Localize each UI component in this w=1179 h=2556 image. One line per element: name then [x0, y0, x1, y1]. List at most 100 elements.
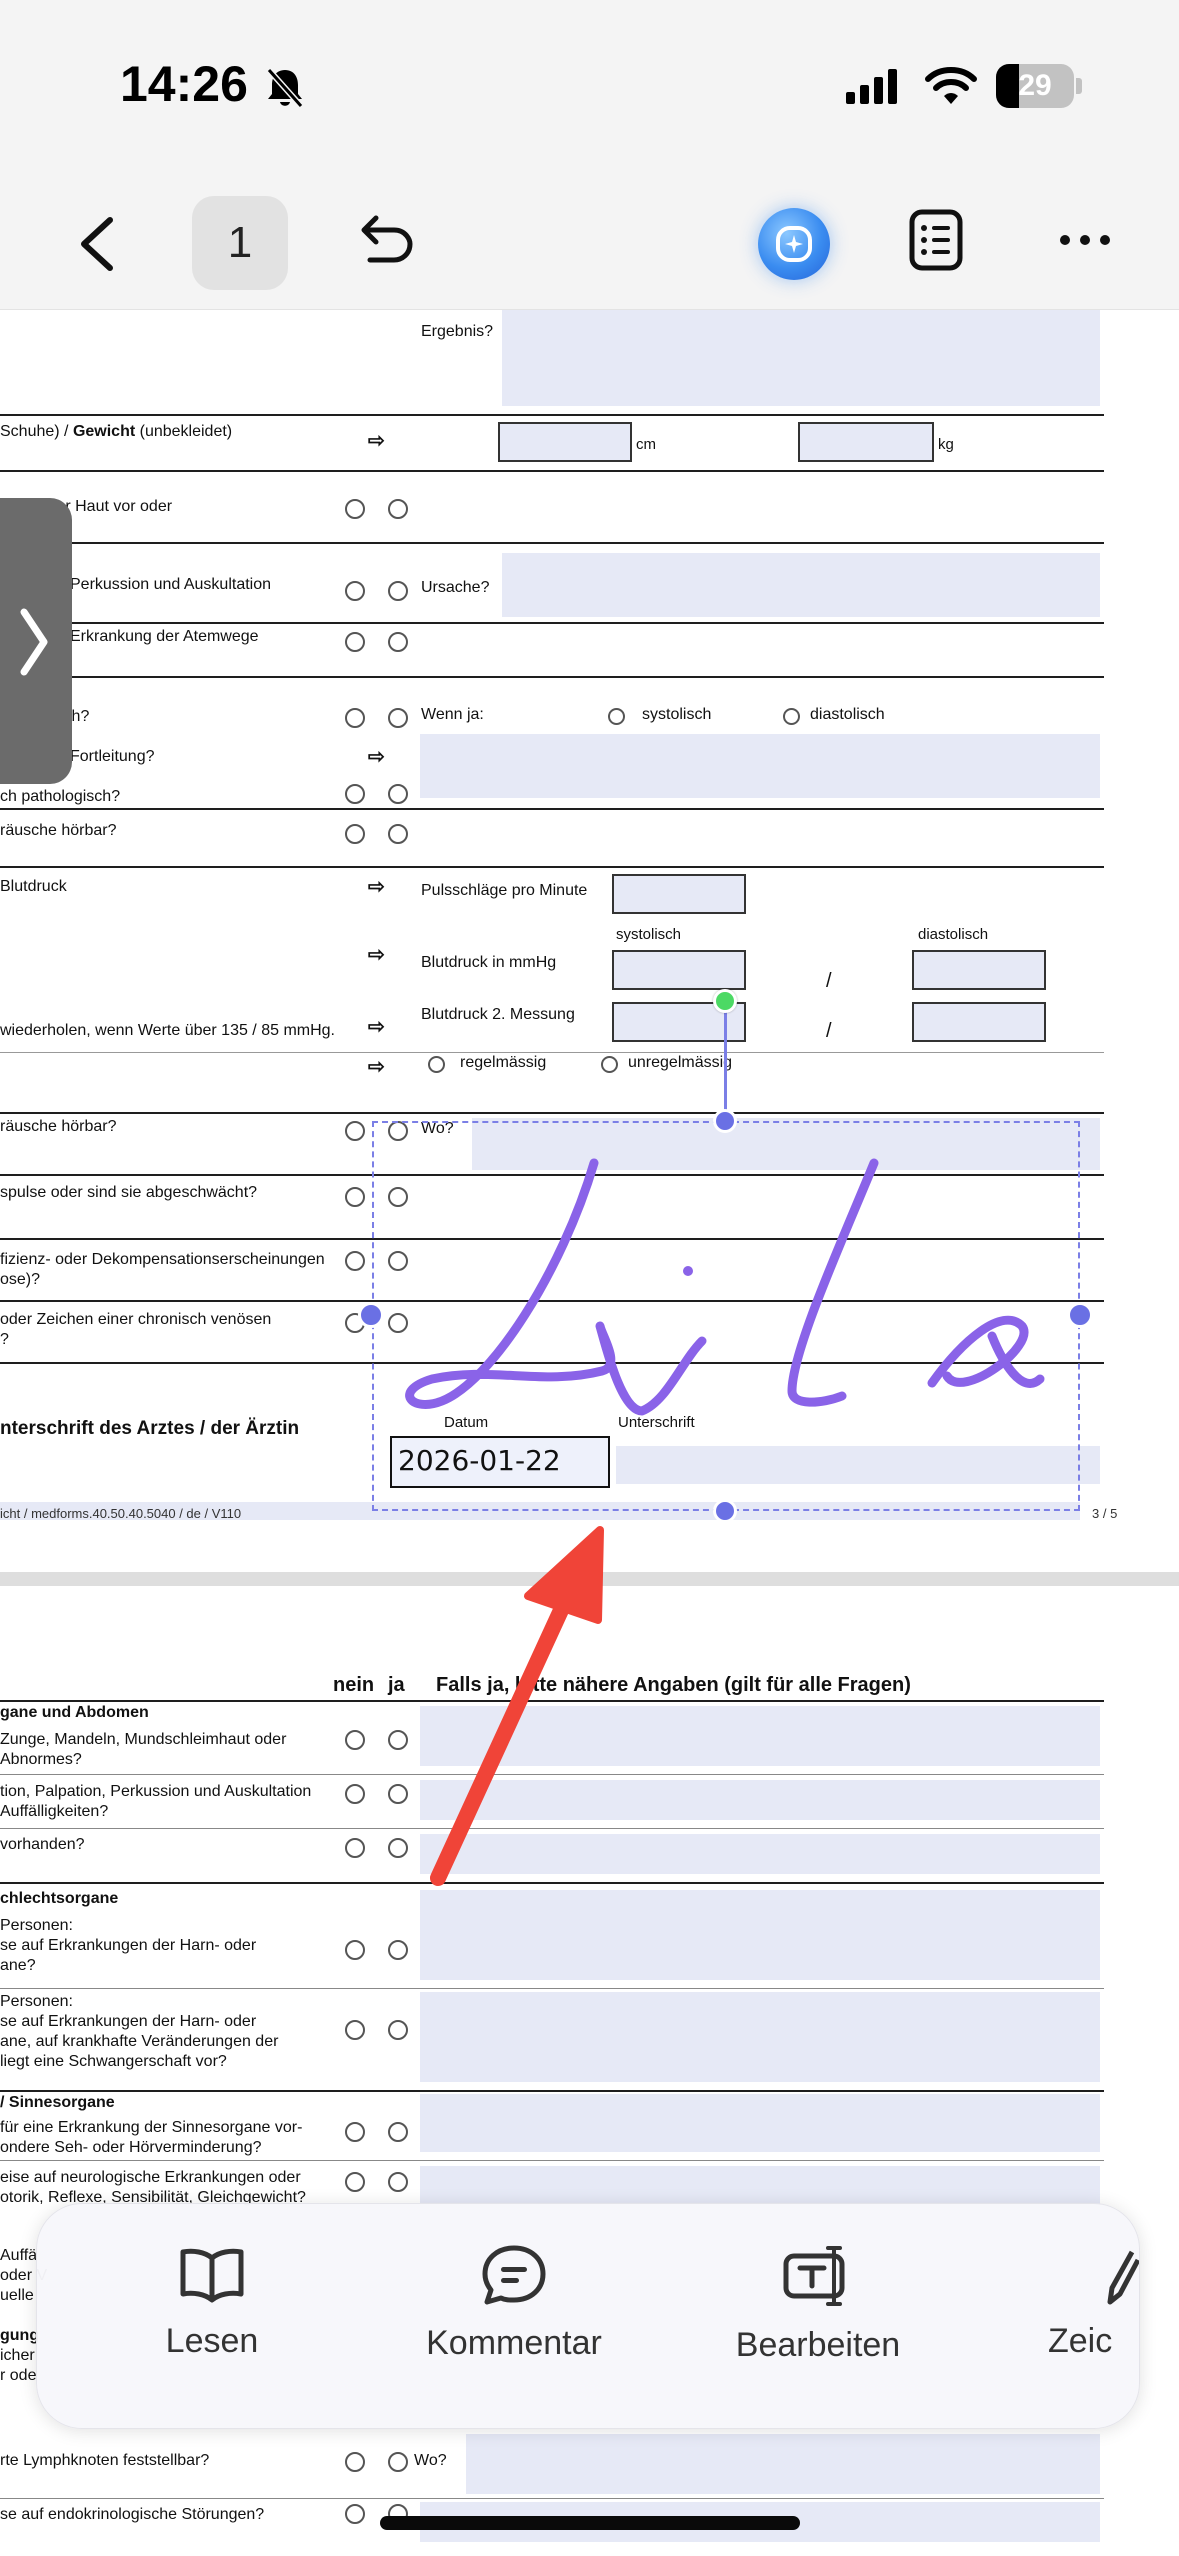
fortleitung-field[interactable]	[420, 734, 1100, 798]
resize-handle-right[interactable]	[1067, 1302, 1093, 1328]
radio-nein[interactable]	[345, 2172, 365, 2192]
resize-handle-left[interactable]	[358, 1302, 384, 1328]
status-time: 14:26	[120, 56, 248, 112]
outline-button[interactable]	[908, 208, 964, 272]
wifi-icon	[925, 67, 977, 104]
ergebnis-label: Ergebnis?	[421, 323, 494, 340]
radio-nein[interactable]	[345, 2452, 365, 2472]
radio-nein[interactable]	[345, 1838, 365, 1858]
radio-nein[interactable]	[345, 1187, 365, 1207]
radio-nein[interactable]	[345, 632, 365, 652]
details-field[interactable]	[420, 1890, 1100, 1980]
battery-level: 29	[1018, 69, 1052, 102]
radio-ja[interactable]	[388, 581, 408, 601]
mode-label: Bearbeiten	[735, 2326, 901, 2364]
rotate-connector	[724, 1002, 727, 1120]
radio-unregelmaessig[interactable]	[601, 1056, 618, 1073]
ai-assistant-button[interactable]	[758, 208, 830, 280]
puls-input[interactable]	[612, 874, 746, 914]
mode-label: Lesen	[165, 2322, 259, 2360]
radio-nein[interactable]	[345, 1730, 365, 1750]
radio-nein[interactable]	[345, 824, 365, 844]
resize-handle-bottom[interactable]	[713, 1499, 737, 1523]
radio-ja[interactable]	[388, 499, 408, 519]
rotate-handle[interactable]	[713, 989, 737, 1013]
ergebnis-field[interactable]	[502, 310, 1100, 406]
blutdruck-2-label: Blutdruck 2. Messung	[421, 1006, 575, 1023]
pulsschlaege-label: Pulsschläge pro Minute	[421, 882, 588, 899]
height-input[interactable]	[498, 422, 632, 462]
systolisch-option: systolisch	[642, 706, 712, 723]
row-pathologisch: ch pathologisch?	[0, 788, 121, 805]
row-neuro: eise auf neurologische Erkrankungen oder…	[0, 2169, 306, 2206]
mode-lesen-button[interactable]: Lesen	[150, 2244, 274, 2361]
mode-kommentar-button[interactable]: Kommentar	[418, 2244, 610, 2363]
systolisch-input[interactable]	[612, 950, 746, 990]
wo-label: Wo?	[414, 2452, 447, 2469]
radio-ja[interactable]	[388, 632, 408, 652]
radio-ja[interactable]	[388, 1940, 408, 1960]
radio-ja[interactable]	[388, 824, 408, 844]
row-fortleitung: Fortleitung?	[70, 748, 155, 765]
radio-nein[interactable]	[345, 2020, 365, 2040]
radio-nein[interactable]	[345, 2122, 365, 2142]
section-abdomen: gane und Abdomen	[0, 1704, 149, 1721]
arrow-right-icon: ⇨	[368, 876, 385, 898]
row-venoes: oder Zeichen einer chronisch venösen?	[0, 1311, 272, 1348]
page-number-button[interactable]: 1	[192, 196, 288, 290]
radio-diastolisch[interactable]	[783, 708, 800, 725]
comment-icon	[482, 2245, 546, 2305]
row-lymphknoten: rte Lymphknoten feststellbar?	[0, 2452, 210, 2469]
diastolisch-input[interactable]	[912, 950, 1046, 990]
signal-icon	[846, 69, 897, 104]
radio-ja[interactable]	[388, 708, 408, 728]
mode-zeichnen-button[interactable]: Zeic	[1040, 2244, 1139, 2394]
resize-handle-top[interactable]	[713, 1109, 737, 1133]
radio-regelmaessig[interactable]	[428, 1056, 445, 1073]
undo-button[interactable]	[354, 212, 414, 268]
unit-cm: cm	[636, 436, 656, 453]
back-button[interactable]	[72, 212, 120, 276]
details-field[interactable]	[420, 2094, 1100, 2152]
radio-nein[interactable]	[345, 499, 365, 519]
radio-nein[interactable]	[345, 1940, 365, 1960]
radio-nein[interactable]	[345, 1784, 365, 1804]
radio-nein[interactable]	[345, 784, 365, 804]
bell-slash-icon	[266, 68, 304, 108]
row-blutdruck: Blutdruck	[0, 878, 67, 895]
radio-nein[interactable]	[345, 1251, 365, 1271]
radio-ja[interactable]	[388, 2020, 408, 2040]
details-field[interactable]	[420, 1992, 1100, 2082]
unterschrift-arzt-label: nterschrift des Arztes / der Ärztin	[0, 1418, 300, 1439]
wo-field[interactable]	[466, 2434, 1100, 2494]
blutdruck-mmhg-label: Blutdruck in mmHg	[421, 954, 557, 971]
row-zunge: Zunge, Mandeln, Mundschleimhaut oder Abno…	[0, 1731, 287, 1768]
radio-ja[interactable]	[388, 784, 408, 804]
ursache-field[interactable]	[502, 553, 1100, 617]
radio-nein[interactable]	[345, 1121, 365, 1141]
row-partial-2: gung icher r ode	[0, 2327, 40, 2384]
radio-nein[interactable]	[345, 581, 365, 601]
red-arrow-annotation	[430, 1526, 604, 1886]
arrow-right-icon: ⇨	[368, 746, 385, 768]
radio-systolisch[interactable]	[608, 708, 625, 725]
row-harn-1: Personen: se auf Erkrankungen der Harn- o…	[0, 1917, 257, 1974]
diastolisch-header: diastolisch	[918, 926, 989, 943]
row-endokrin: se auf endokrinologische Störungen?	[0, 2506, 265, 2523]
side-panel-tab[interactable]	[0, 498, 72, 784]
slash: /	[826, 1020, 832, 1042]
signature-ink	[405, 1158, 1045, 1416]
section-sinne: / Sinnesorgane	[0, 2094, 115, 2111]
diastolisch-2-input[interactable]	[912, 1002, 1046, 1042]
weight-input[interactable]	[798, 422, 934, 462]
mode-bearbeiten-button[interactable]: Bearbeiten	[726, 2244, 910, 2365]
section-geschlecht: chlechtsorgane	[0, 1890, 119, 1907]
battery-icon: 29	[996, 64, 1074, 108]
radio-nein[interactable]	[345, 2504, 365, 2524]
radio-ja[interactable]	[388, 2122, 408, 2142]
radio-ja[interactable]	[388, 2452, 408, 2472]
details-field[interactable]	[420, 2166, 1100, 2206]
radio-nein[interactable]	[345, 708, 365, 728]
radio-ja[interactable]	[388, 2172, 408, 2192]
more-button[interactable]	[1058, 230, 1112, 250]
